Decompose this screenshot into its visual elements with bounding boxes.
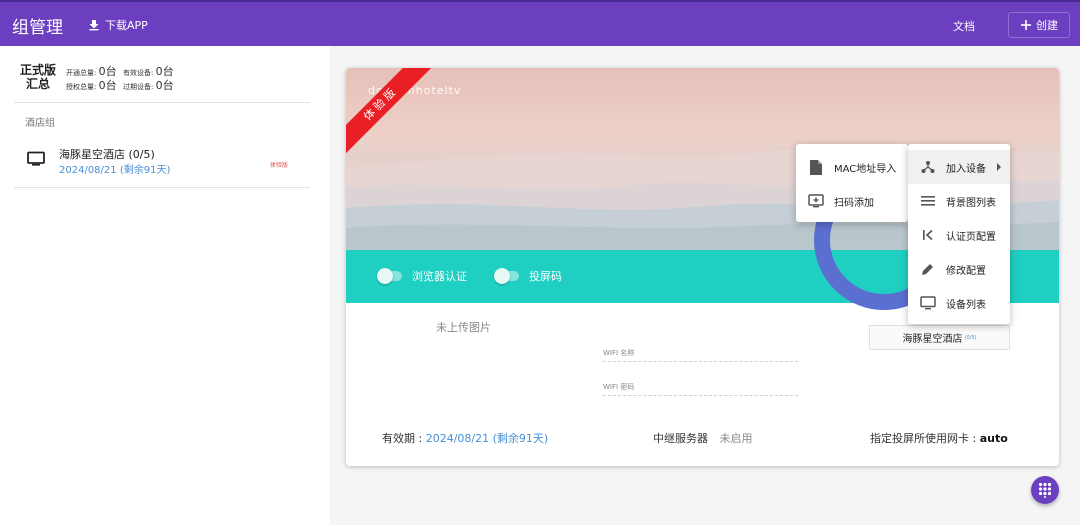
summary-title-line2: 汇总 <box>25 77 50 91</box>
relay-value[interactable]: 未启用 <box>720 432 753 445</box>
menu-item-edit-config[interactable]: 修改配置 <box>908 252 1010 286</box>
auth-page-config-label: 认证页配置 <box>946 231 996 243</box>
dialpad-fab[interactable] <box>1031 476 1059 504</box>
trial-tag: 体验版 <box>270 162 289 169</box>
card-context-menu: 加入设备 背景图列表 认证页配置 修改配置 设备列表 <box>908 144 1010 324</box>
add-device-submenu: MAC地址导入 扫码添加 <box>796 144 908 222</box>
hotel-select-count: (0/5) <box>964 334 977 341</box>
menu-item-mac-import[interactable]: MAC地址导入 <box>796 150 908 184</box>
screen-add-icon <box>808 193 824 209</box>
download-icon <box>89 20 99 31</box>
file-icon <box>808 159 824 175</box>
hotel-list-item[interactable]: 海豚星空酒店 (0/5) 2024/08/21 (剩余91天) 体验版 <box>14 142 310 187</box>
mac-import-label: MAC地址导入 <box>834 163 897 175</box>
download-app-label: 下载APP <box>105 19 148 32</box>
relay-row: 中继服务器 未启用 <box>653 430 753 446</box>
hotel-name: 海豚星空酒店 (0/5) <box>59 148 155 161</box>
hotel-group-label: 酒店组 <box>25 118 55 129</box>
switch-track <box>494 268 519 284</box>
stat-expired-devices: 过期设备: 0台 <box>123 79 174 92</box>
divider <box>14 102 310 103</box>
validity-value[interactable]: 2024/08/21 (剩余91天) <box>426 432 548 445</box>
wifi-password-field[interactable]: WIFI 密码 <box>603 382 798 396</box>
wifi-name-field[interactable]: WIFI 名称 <box>603 348 798 362</box>
create-label: 创建 <box>1036 19 1058 32</box>
menu-item-device-list[interactable]: 设备列表 <box>908 286 1010 320</box>
validity-label: 有效期 : <box>382 432 423 445</box>
nic-label: 指定投屏所使用网卡 : <box>870 432 977 445</box>
menu-item-add-device[interactable]: 加入设备 <box>908 150 1010 184</box>
tv-icon <box>27 151 45 166</box>
hotel-select-label: 海豚星空酒店 <box>902 334 963 345</box>
add-device-label: 加入设备 <box>946 163 986 175</box>
divider <box>14 187 310 188</box>
menu-item-scan-add[interactable]: 扫码添加 <box>796 184 908 218</box>
browser-auth-toggle[interactable]: 浏览器认证 <box>377 268 467 284</box>
switch-knob <box>494 268 510 284</box>
stat-authorized-total: 授权总量: 0台 <box>66 79 117 92</box>
download-app-button[interactable]: 下载APP <box>88 17 148 33</box>
browser-auth-label: 浏览器认证 <box>412 270 467 283</box>
cast-code-label: 投屏码 <box>529 270 562 283</box>
plus-icon <box>1021 20 1031 30</box>
left-panel: 正式版 汇总 开通总量: 0台 有效设备: 0台 授权总量: 0台 过期设备: … <box>0 46 330 525</box>
network-icon <box>920 159 936 175</box>
hotel-select-button[interactable]: 海豚星空酒店 (0/5) <box>869 325 1010 350</box>
monitor-icon <box>920 295 936 311</box>
switch-track <box>377 268 402 284</box>
no-image-text: 未上传图片 <box>436 321 491 334</box>
nic-value[interactable]: auto <box>980 432 1008 445</box>
chevron-right-icon <box>997 163 1001 171</box>
device-list-label: 设备列表 <box>946 299 986 311</box>
nic-row: 指定投屏所使用网卡 : auto <box>870 430 1008 446</box>
relay-label: 中继服务器 <box>653 432 708 445</box>
create-button[interactable]: 创建 <box>1008 12 1070 38</box>
background-list-label: 背景图列表 <box>946 197 996 209</box>
menu-item-auth-page-config[interactable]: 认证页配置 <box>908 218 1010 252</box>
top-app-bar: 组管理 下载APP 文档 创建 <box>0 0 1080 46</box>
pencil-icon <box>920 261 936 277</box>
validity-row: 有效期 : 2024/08/21 (剩余91天) <box>382 430 548 446</box>
menu-item-background-list[interactable]: 背景图列表 <box>908 184 1010 218</box>
first-page-icon <box>920 227 936 243</box>
docs-link[interactable]: 文档 <box>953 18 975 34</box>
list-icon <box>920 193 936 209</box>
cast-code-toggle[interactable]: 投屏码 <box>494 268 562 284</box>
hotel-expiry-date: 2024/08/21 (剩余91天) <box>59 165 171 176</box>
edit-config-label: 修改配置 <box>946 265 986 277</box>
switch-knob <box>377 268 393 284</box>
page-title: 组管理 <box>12 18 63 38</box>
dialpad-icon <box>1038 482 1052 498</box>
summary-title-line1: 正式版 <box>20 63 57 77</box>
scan-add-label: 扫码添加 <box>834 197 874 209</box>
summary-title: 正式版 汇总 <box>20 63 56 91</box>
